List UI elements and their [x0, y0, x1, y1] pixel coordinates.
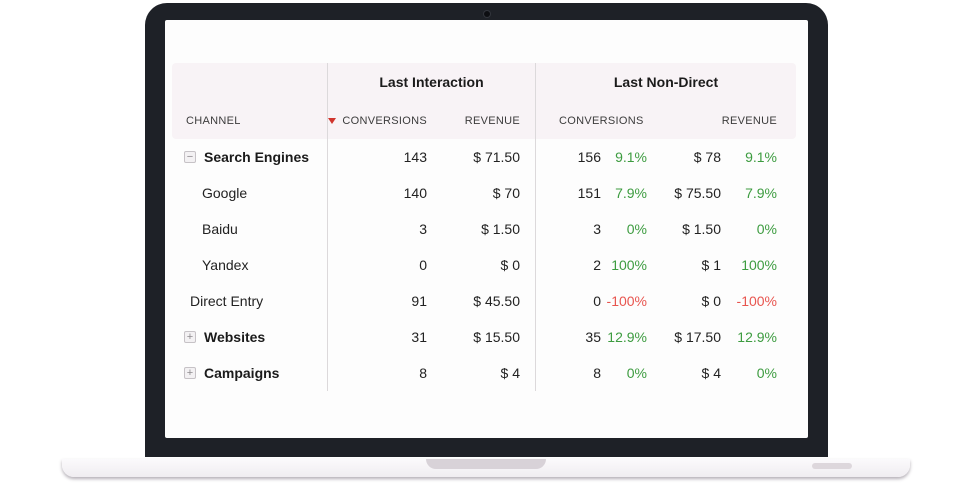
- channel-cell: + Websites: [172, 319, 327, 355]
- laptop-base-highlight: [812, 463, 852, 469]
- channel-label: Baidu: [202, 221, 238, 237]
- li-conversions-value: 140: [327, 175, 427, 211]
- li-conversions-value: 91: [327, 283, 427, 319]
- channel-label: Google: [202, 185, 247, 201]
- lnd-revenue-value: $ 1: [647, 247, 725, 283]
- li-revenue-value: $ 15.50: [427, 319, 535, 355]
- li-conversions-value: 8: [327, 355, 427, 391]
- channel-label: Search Engines: [204, 149, 309, 165]
- lnd-revenue-delta: 0%: [725, 355, 796, 391]
- lnd-conversions-value: 156: [535, 139, 601, 175]
- lnd-conversions-delta: 7.9%: [601, 175, 647, 211]
- attribution-report-table: Last Interaction Last Non-Direct CHANNEL…: [172, 63, 796, 391]
- channel-cell: Direct Entry: [172, 283, 327, 319]
- lnd-conversions-delta: -100%: [601, 283, 647, 319]
- lnd-conversions-value: 8: [535, 355, 601, 391]
- channel-cell: − Search Engines: [172, 139, 327, 175]
- laptop-screen-frame: Last Interaction Last Non-Direct CHANNEL…: [145, 3, 828, 457]
- column-group-last-interaction: Last Interaction: [327, 63, 535, 101]
- header-spacer: [172, 63, 327, 101]
- lnd-conversions-value: 0: [535, 283, 601, 319]
- laptop-base-notch: [426, 459, 546, 469]
- lnd-conversions-delta: 100%: [601, 247, 647, 283]
- lnd-revenue-delta: 100%: [725, 247, 796, 283]
- lnd-conversions-value: 151: [535, 175, 601, 211]
- channel-label: Direct Entry: [190, 293, 263, 309]
- lnd-revenue-delta: 12.9%: [725, 319, 796, 355]
- lnd-revenue-value: $ 1.50: [647, 211, 725, 247]
- li-revenue-value: $ 0: [427, 247, 535, 283]
- channel-label: Campaigns: [204, 365, 279, 381]
- li-conversions-value: 0: [327, 247, 427, 283]
- lnd-conversions-value: 35: [535, 319, 601, 355]
- table-header: Last Interaction Last Non-Direct CHANNEL…: [172, 63, 796, 139]
- column-header-label: CONVERSIONS: [342, 115, 427, 127]
- lnd-revenue-value: $ 17.50: [647, 319, 725, 355]
- li-revenue-value: $ 70: [427, 175, 535, 211]
- lnd-revenue-delta: 9.1%: [725, 139, 796, 175]
- lnd-conversions-value: 3: [535, 211, 601, 247]
- lnd-conversions-delta: 0%: [601, 355, 647, 391]
- li-conversions-value: 31: [327, 319, 427, 355]
- laptop-base: [62, 459, 910, 477]
- lnd-revenue-value: $ 75.50: [647, 175, 725, 211]
- lnd-conversions-delta: 0%: [601, 211, 647, 247]
- channel-label: Yandex: [202, 257, 248, 273]
- collapse-icon[interactable]: −: [184, 151, 196, 163]
- lnd-conversions-delta: 12.9%: [601, 319, 647, 355]
- laptop-display: Last Interaction Last Non-Direct CHANNEL…: [165, 20, 808, 438]
- channel-cell: Google: [172, 175, 327, 211]
- column-header-lnd-conversions[interactable]: CONVERSIONS: [535, 101, 647, 140]
- table-body: − Search Engines 143 $ 71.50 156 9.1% $ …: [172, 139, 796, 391]
- li-revenue-value: $ 4: [427, 355, 535, 391]
- column-header-lnd-revenue[interactable]: REVENUE: [647, 101, 796, 140]
- li-conversions-value: 3: [327, 211, 427, 247]
- column-header-li-revenue[interactable]: REVENUE: [427, 101, 535, 140]
- channel-cell: Yandex: [172, 247, 327, 283]
- column-header-channel[interactable]: CHANNEL: [172, 101, 327, 140]
- channel-label: Websites: [204, 329, 265, 345]
- expand-icon[interactable]: +: [184, 367, 196, 379]
- sort-desc-icon: [328, 118, 336, 124]
- channel-cell: + Campaigns: [172, 355, 327, 391]
- channel-cell: Baidu: [172, 211, 327, 247]
- lnd-conversions-delta: 9.1%: [601, 139, 647, 175]
- column-group-last-non-direct: Last Non-Direct: [535, 63, 796, 101]
- column-header-li-conversions[interactable]: CONVERSIONS: [327, 101, 427, 140]
- li-revenue-value: $ 71.50: [427, 139, 535, 175]
- li-revenue-value: $ 45.50: [427, 283, 535, 319]
- lnd-revenue-value: $ 0: [647, 283, 725, 319]
- lnd-revenue-delta: 7.9%: [725, 175, 796, 211]
- lnd-conversions-value: 2: [535, 247, 601, 283]
- lnd-revenue-delta: -100%: [725, 283, 796, 319]
- lnd-revenue-value: $ 4: [647, 355, 725, 391]
- li-conversions-value: 143: [327, 139, 427, 175]
- lnd-revenue-delta: 0%: [725, 211, 796, 247]
- webcam-icon: [484, 11, 490, 17]
- expand-icon[interactable]: +: [184, 331, 196, 343]
- lnd-revenue-value: $ 78: [647, 139, 725, 175]
- li-revenue-value: $ 1.50: [427, 211, 535, 247]
